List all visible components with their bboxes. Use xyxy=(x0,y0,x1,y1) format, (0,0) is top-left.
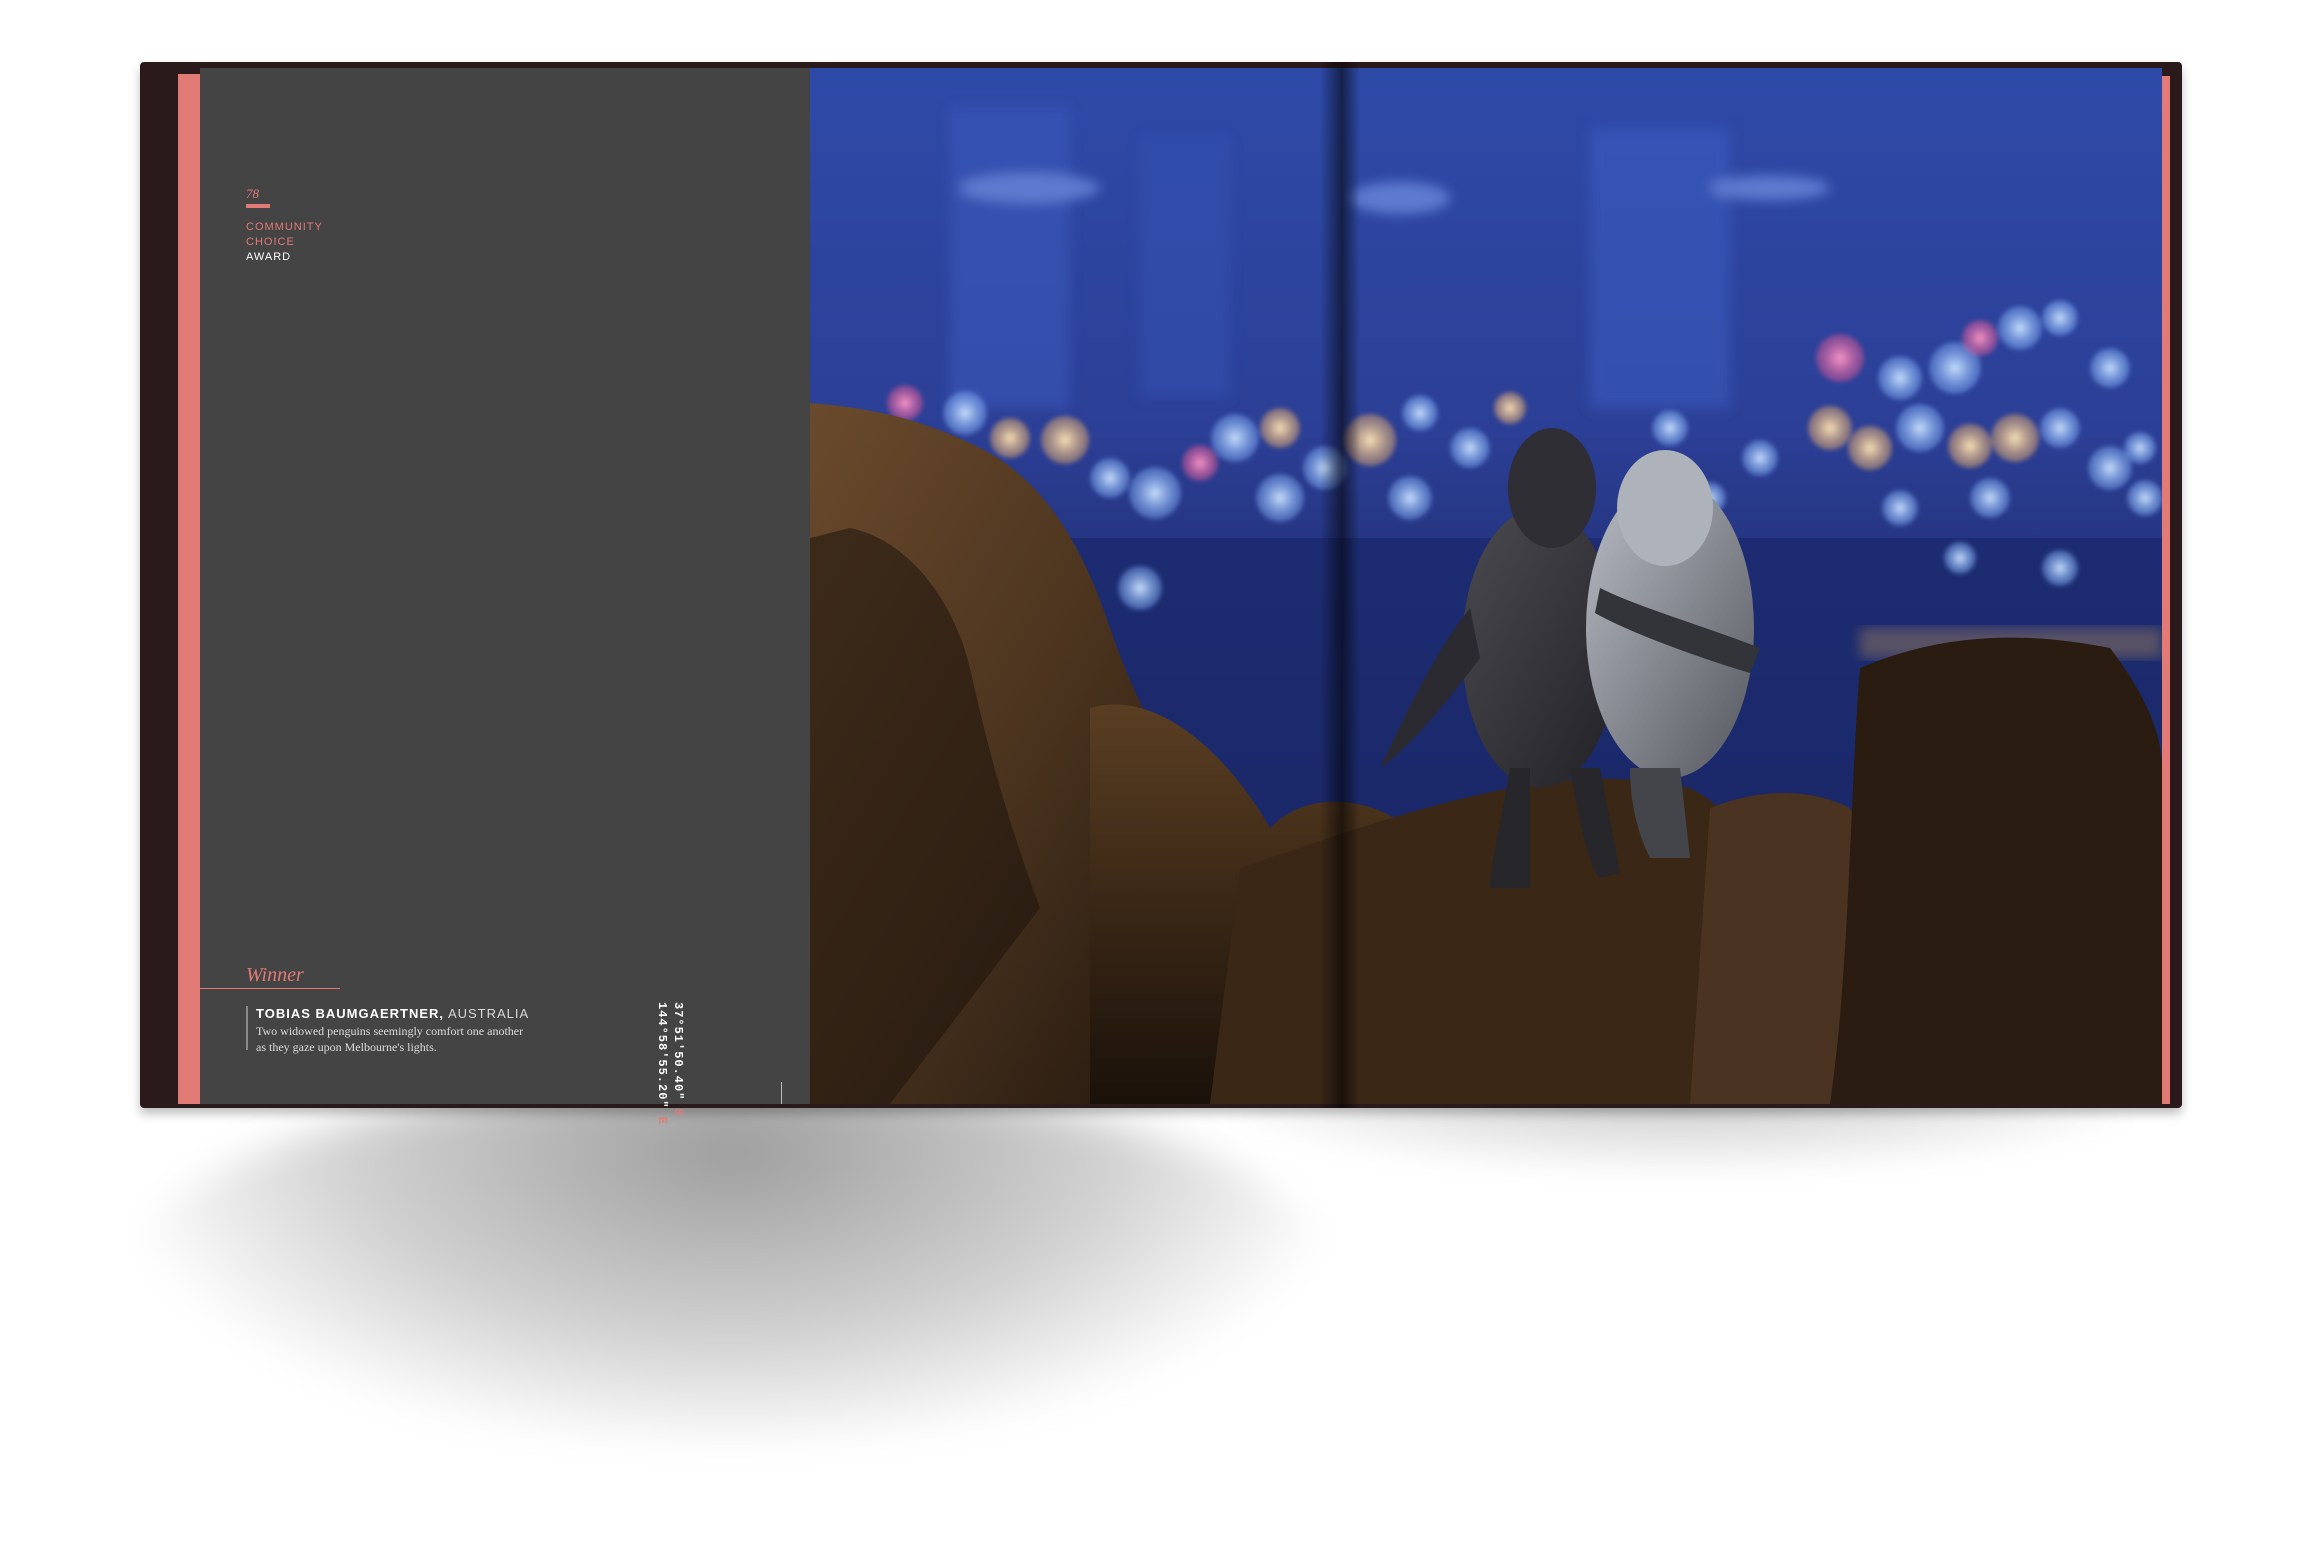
photographer-name: TOBIAS BAUMGAERTNER, xyxy=(256,1006,445,1021)
penguin-photo-illustration xyxy=(810,68,2162,1104)
page-tick-mark xyxy=(781,1082,782,1104)
award-line-1: COMMUNITY xyxy=(246,221,323,233)
gps-coordinates: 37°51'50.40" S 144°58'55.20" E xyxy=(644,1002,686,1302)
award-title: COMMUNITY CHOICE AWARD xyxy=(246,220,323,265)
caption-bar xyxy=(246,1006,248,1050)
cover-edge-left xyxy=(178,74,200,1104)
penguin-photo xyxy=(810,68,2162,1104)
award-line-3: AWARD xyxy=(246,251,292,263)
cover-edge-right xyxy=(2162,76,2170,1104)
coord-latitude: 37°51'50.40" S xyxy=(670,1002,686,1302)
coord-lon-dir: E xyxy=(655,1116,669,1126)
coord-lat-dir: S xyxy=(671,1108,685,1117)
book-shadow xyxy=(140,1080,1320,1440)
photographer-credit: TOBIAS BAUMGAERTNER, AUSTRALIA xyxy=(256,1006,529,1021)
winner-label: Winner xyxy=(246,964,304,986)
coord-longitude: 144°58'55.20" E xyxy=(654,1002,670,1302)
photographer-country: AUSTRALIA xyxy=(447,1006,530,1021)
open-book: 78 COMMUNITY CHOICE AWARD Winner TOBIAS … xyxy=(140,62,2182,1125)
winner-rule xyxy=(200,988,340,989)
caption-line-2: as they gaze upon Melbourne's lights. xyxy=(256,1040,437,1054)
page-number-rule xyxy=(246,204,270,208)
caption-line-1: Two widowed penguins seemingly comfort o… xyxy=(256,1024,524,1038)
book-gutter xyxy=(1320,62,1360,1108)
book-mockup-scene: 78 COMMUNITY CHOICE AWARD Winner TOBIAS … xyxy=(0,0,2318,1555)
award-line-2: CHOICE xyxy=(246,236,295,248)
coord-lat-value: 37°51'50.40" xyxy=(671,1002,685,1101)
page-number: 78 xyxy=(246,186,259,201)
photo-caption: Two widowed penguins seemingly comfort o… xyxy=(256,1023,556,1055)
coord-lon-value: 144°58'55.20" xyxy=(655,1002,669,1109)
